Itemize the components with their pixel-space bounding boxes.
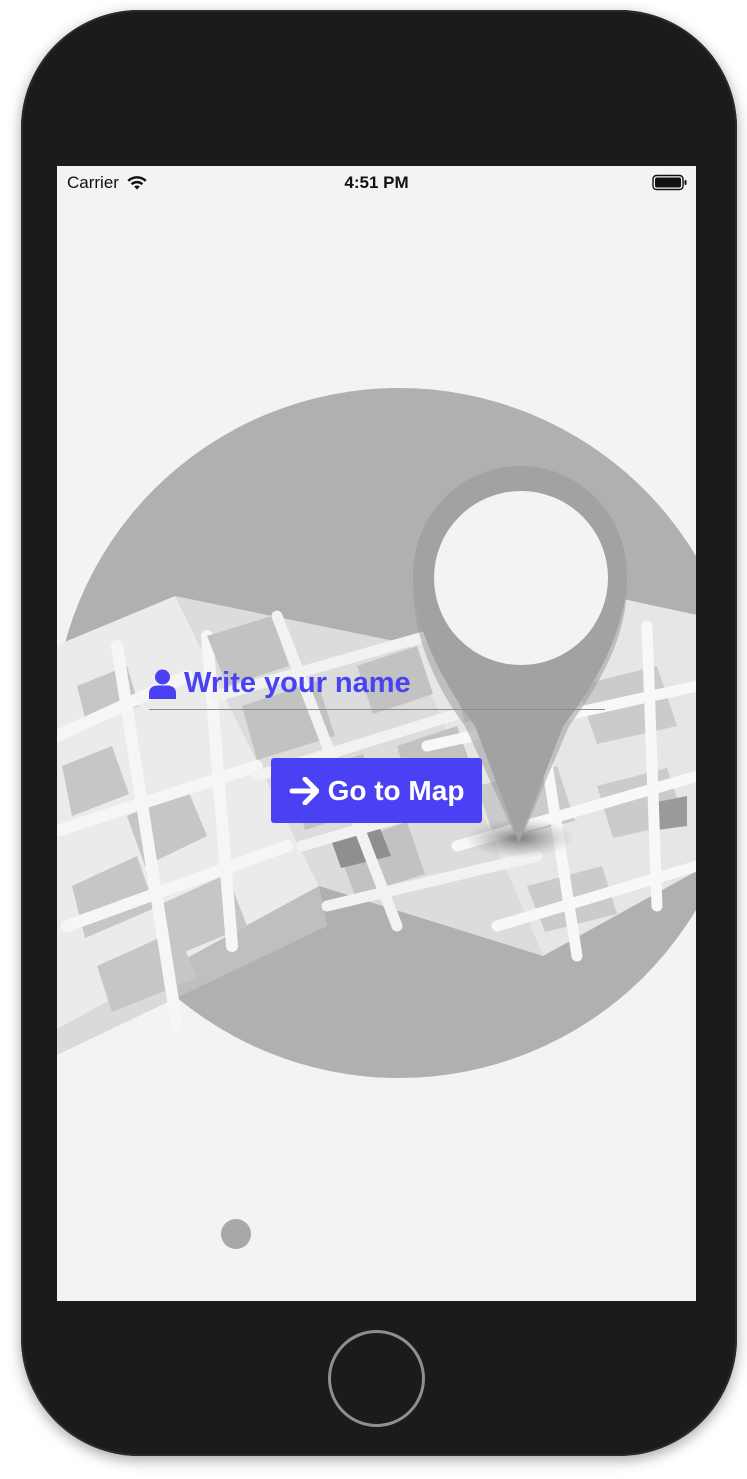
battery-icon: [652, 174, 687, 191]
app-screen: Carrier 4:51 PM Go to: [57, 166, 696, 1301]
arrow-right-icon: [289, 776, 319, 805]
name-input[interactable]: [184, 667, 584, 700]
user-icon: [149, 669, 176, 699]
page-indicator-dot: [221, 1219, 251, 1249]
name-form: [149, 662, 605, 710]
map-illustration: [57, 388, 696, 1078]
go-to-map-label: Go to Map: [327, 774, 465, 806]
status-time: 4:51 PM: [344, 173, 409, 192]
go-to-map-button[interactable]: Go to Map: [271, 758, 482, 823]
name-field[interactable]: [149, 662, 605, 710]
home-button[interactable]: [328, 1330, 425, 1427]
status-bar: Carrier 4:51 PM: [57, 166, 696, 200]
